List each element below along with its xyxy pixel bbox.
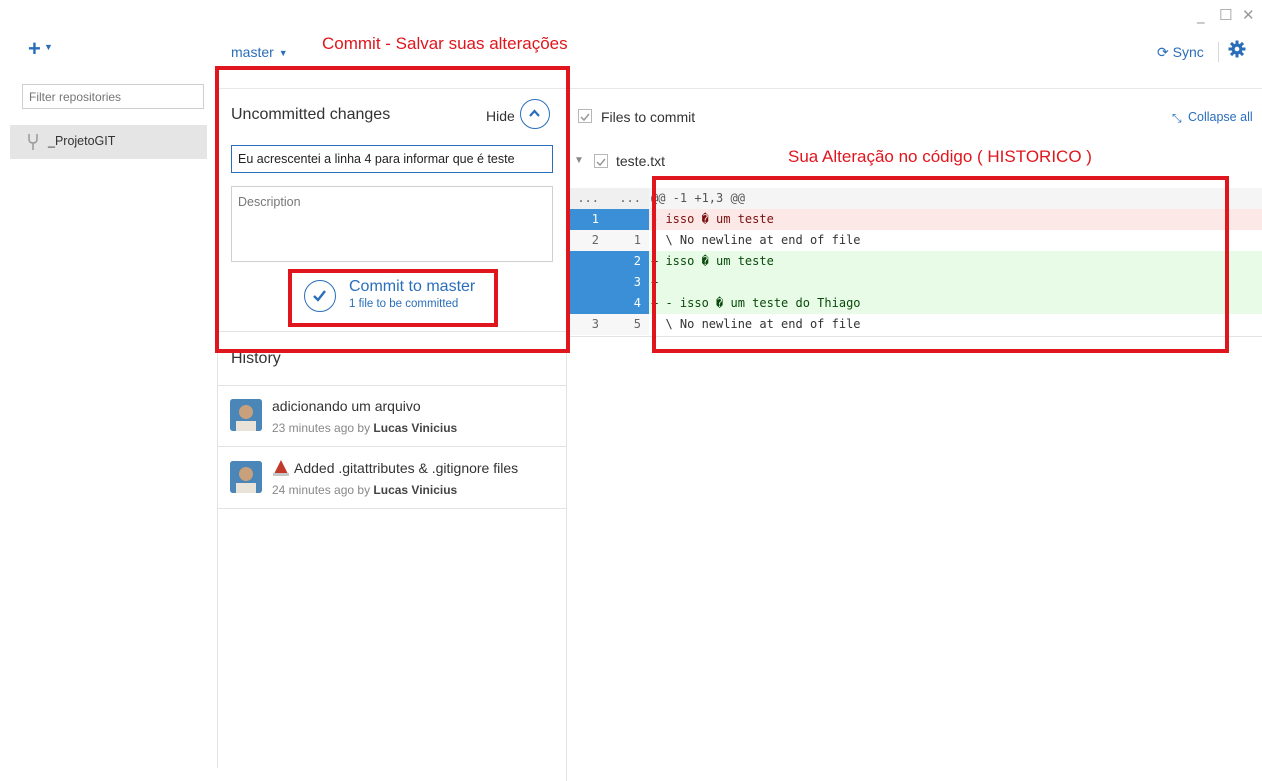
sync-label: Sync — [1172, 44, 1204, 60]
old-line-number: 2 — [591, 233, 599, 247]
new-line-number: 1 — [633, 233, 641, 247]
divider — [218, 508, 566, 509]
minimize-button[interactable]: _ — [1197, 6, 1205, 24]
filter-repositories-input[interactable] — [22, 84, 204, 109]
file-checkbox[interactable] — [594, 154, 608, 168]
annotation-box-commit-button — [288, 269, 498, 327]
old-line-number: 1 — [591, 212, 599, 226]
close-button[interactable]: ✕ — [1242, 6, 1255, 24]
file-name: teste.txt — [616, 153, 666, 169]
gear-icon[interactable] — [1228, 40, 1246, 58]
old-line-number: 3 — [591, 317, 599, 331]
chevron-down-icon: ▼ — [278, 48, 288, 58]
new-line-number: 3 — [633, 275, 641, 289]
history-item[interactable]: Added .gitattributes & .gitignore files … — [218, 447, 566, 508]
avatar — [230, 461, 262, 493]
collapse-all-button[interactable]: Collapse all — [1188, 110, 1253, 124]
sidebar: + ▼ _ProjetoGIT — [0, 0, 217, 781]
repo-fork-icon — [28, 134, 38, 150]
add-repository-button[interactable]: + — [28, 38, 41, 60]
collapse-icon[interactable]: ⤡ — [1172, 111, 1182, 126]
files-to-commit-checkbox[interactable] — [578, 109, 592, 123]
avatar — [230, 399, 262, 431]
sync-button[interactable]: ⟳ Sync — [1157, 44, 1204, 61]
expand-file-icon[interactable]: ▼ — [574, 155, 584, 166]
check-icon — [596, 158, 606, 167]
sidebar-item-repo[interactable]: _ProjetoGIT — [10, 125, 207, 159]
history-item[interactable]: adicionando um arquivo 23 minutes ago by… — [218, 386, 566, 446]
history-meta: 24 minutes ago by Lucas Vinicius — [272, 483, 458, 497]
history-message: Added .gitattributes & .gitignore files — [294, 460, 519, 476]
branch-selector[interactable]: master ▼ — [231, 44, 288, 60]
new-line-number: 4 — [633, 296, 641, 310]
sync-icon: ⟳ — [1157, 44, 1169, 60]
repo-name: _ProjetoGIT — [48, 134, 116, 148]
files-to-commit-label: Files to commit — [601, 109, 696, 125]
maximize-button[interactable]: ☐ — [1219, 6, 1232, 24]
divider — [1218, 42, 1219, 62]
history-message: adicionando um arquivo — [272, 398, 421, 414]
branch-name: master — [231, 44, 274, 60]
new-line-number: ... — [619, 191, 641, 205]
octocat-repo-icon — [273, 460, 289, 476]
old-line-number: ... — [577, 191, 599, 205]
annotation-commit: Commit - Salvar suas alterações — [322, 34, 568, 53]
annotation-box-history — [652, 176, 1229, 353]
history-meta: 23 minutes ago by Lucas Vinicius — [272, 421, 458, 435]
annotation-history: Sua Alteração no código ( HISTORICO ) — [788, 147, 1092, 166]
check-icon — [580, 113, 590, 122]
new-line-number: 2 — [633, 254, 641, 268]
chevron-down-icon[interactable]: ▼ — [44, 42, 53, 52]
new-line-number: 5 — [633, 317, 641, 331]
